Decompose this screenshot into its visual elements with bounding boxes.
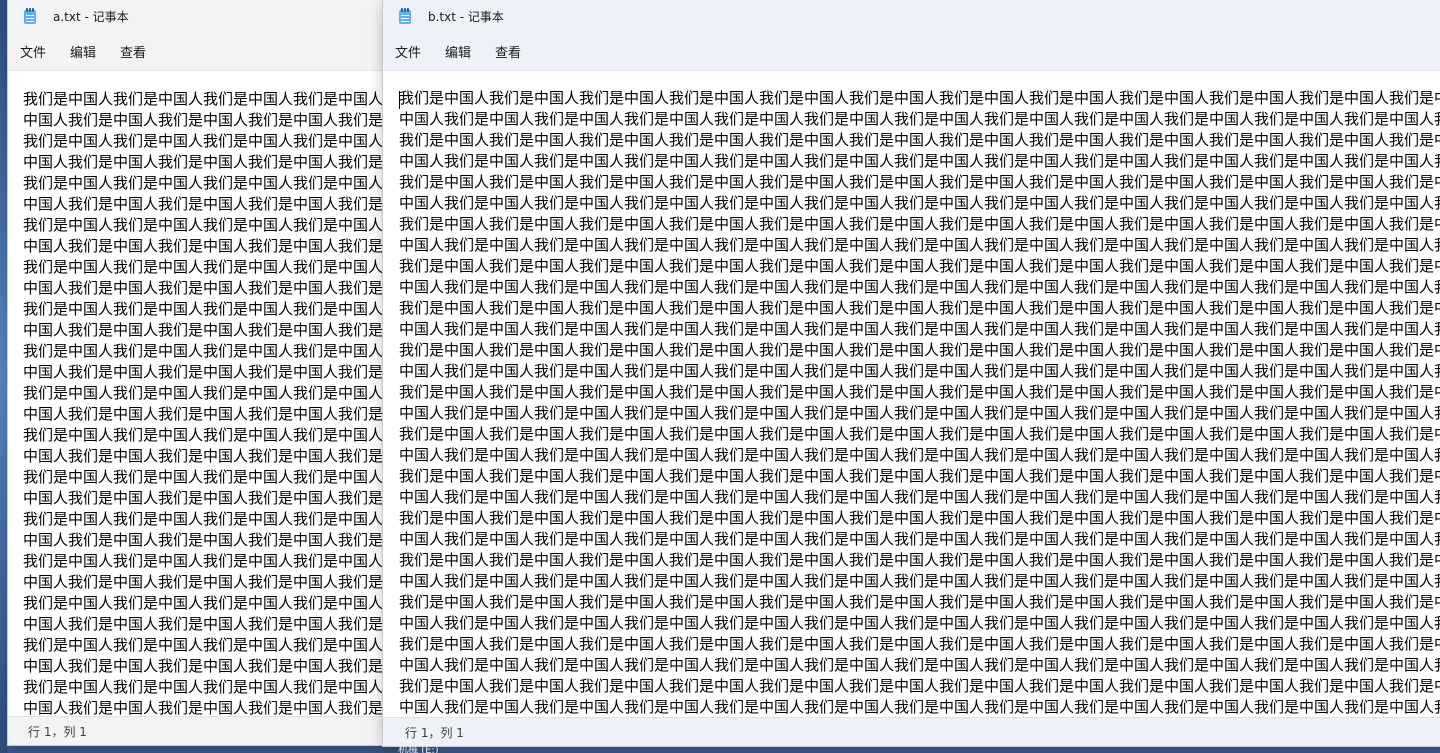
text-content: 我们是中国人我们是中国人我们是中国人我们是中国人我们是中国人我们是中国人我们是中… xyxy=(399,88,1440,718)
text-line: 中国人我们是中国人我们是中国人我们是中国人我们是 xyxy=(23,573,384,591)
text-line: 我们是中国人我们是中国人我们是中国人我们是中国人 xyxy=(23,384,384,402)
text-line: 我们是中国人我们是中国人我们是中国人我们是中国人 xyxy=(23,132,384,150)
text-line: 我们是中国人我们是中国人我们是中国人我们是中国人 xyxy=(23,552,384,570)
text-line: 我们是中国人我们是中国人我们是中国人我们是中国人我们是中国人我们是中国人我们是中… xyxy=(399,215,1440,233)
cursor-position: 行 1，列 1 xyxy=(405,725,464,740)
menu-file[interactable]: 文件 xyxy=(383,38,433,65)
menu-edit[interactable]: 编辑 xyxy=(433,38,483,65)
menu-bar: 文件 编辑 查看 xyxy=(383,32,1440,70)
text-line: 我们是中国人我们是中国人我们是中国人我们是中国人我们是中国人我们是中国人我们是中… xyxy=(399,257,1440,275)
text-line: 我们是中国人我们是中国人我们是中国人我们是中国人我们是中国人我们是中国人我们是中… xyxy=(399,593,1440,611)
text-line: 中国人我们是中国人我们是中国人我们是中国人我们是 xyxy=(23,447,384,465)
text-line: 中国人我们是中国人我们是中国人我们是中国人我们是 xyxy=(23,615,384,633)
text-line: 中国人我们是中国人我们是中国人我们是中国人我们是 xyxy=(23,657,384,675)
text-line: 中国人我们是中国人我们是中国人我们是中国人我们是中国人我们是中国人我们是中国人我… xyxy=(399,446,1440,464)
text-line: 我们是中国人我们是中国人我们是中国人我们是中国人我们是中国人我们是中国人我们是中… xyxy=(399,341,1440,359)
menu-view[interactable]: 查看 xyxy=(108,38,158,65)
notepad-window-b[interactable]: b.txt - 记事本 文件 编辑 查看 我们是中国人我们是中国人我们是中国人我… xyxy=(383,0,1440,746)
text-line: 中国人我们是中国人我们是中国人我们是中国人我们是中国人我们是中国人我们是中国人我… xyxy=(399,320,1440,338)
text-editor[interactable]: 我们是中国人我们是中国人我们是中国人我们是中国人我们是中国人我们是中国人我们是中… xyxy=(383,70,1440,718)
text-line: 中国人我们是中国人我们是中国人我们是中国人我们是中国人我们是中国人我们是中国人我… xyxy=(399,236,1440,254)
text-line: 中国人我们是中国人我们是中国人我们是中国人我们是 xyxy=(23,153,384,171)
text-line: 中国人我们是中国人我们是中国人我们是中国人我们是 xyxy=(23,699,384,717)
text-editor[interactable]: 我们是中国人我们是中国人我们是中国人我们是中国人 中国人我们是中国人我们是中国人我… xyxy=(8,70,398,717)
text-line: 我们是中国人我们是中国人我们是中国人我们是中国人 xyxy=(23,300,384,318)
text-line: 我们是中国人我们是中国人我们是中国人我们是中国人我们是中国人我们是中国人我们是中… xyxy=(399,509,1440,527)
text-line: 我们是中国人我们是中国人我们是中国人我们是中国人 xyxy=(23,216,384,234)
text-line: 中国人我们是中国人我们是中国人我们是中国人我们是中国人我们是中国人我们是中国人我… xyxy=(399,194,1440,212)
text-line: 中国人我们是中国人我们是中国人我们是中国人我们是中国人我们是中国人我们是中国人我… xyxy=(399,698,1440,716)
text-line: 中国人我们是中国人我们是中国人我们是中国人我们是 xyxy=(23,489,384,507)
text-line: 中国人我们是中国人我们是中国人我们是中国人我们是 xyxy=(23,111,384,129)
text-line: 我们是中国人我们是中国人我们是中国人我们是中国人 xyxy=(23,258,384,276)
text-line: 中国人我们是中国人我们是中国人我们是中国人我们是中国人我们是中国人我们是中国人我… xyxy=(399,404,1440,422)
text-line: 中国人我们是中国人我们是中国人我们是中国人我们是 xyxy=(23,405,384,423)
text-line: 我们是中国人我们是中国人我们是中国人我们是中国人我们是中国人我们是中国人我们是中… xyxy=(399,131,1440,149)
text-line: 中国人我们是中国人我们是中国人我们是中国人我们是中国人我们是中国人我们是中国人我… xyxy=(399,362,1440,380)
menu-edit[interactable]: 编辑 xyxy=(58,38,108,65)
text-line: 我们是中国人我们是中国人我们是中国人我们是中国人我们是中国人我们是中国人我们是中… xyxy=(399,551,1440,569)
notepad-window-a[interactable]: a.txt - 记事本 文件 编辑 查看 我们是中国人我们是中国人我们是中国人我… xyxy=(8,0,398,745)
text-line: 中国人我们是中国人我们是中国人我们是中国人我们是中国人我们是中国人我们是中国人我… xyxy=(399,530,1440,548)
text-line: 中国人我们是中国人我们是中国人我们是中国人我们是中国人我们是中国人我们是中国人我… xyxy=(399,614,1440,632)
text-line: 我们是中国人我们是中国人我们是中国人我们是中国人 xyxy=(23,678,384,696)
text-line: 我们是中国人我们是中国人我们是中国人我们是中国人 xyxy=(23,426,384,444)
status-bar: 行 1，列 1 xyxy=(383,717,1440,746)
status-bar: 行 1，列 1 xyxy=(8,716,398,745)
text-line: 我们是中国人我们是中国人我们是中国人我们是中国人我们是中国人我们是中国人我们是中… xyxy=(399,383,1440,401)
text-line: 我们是中国人我们是中国人我们是中国人我们是中国人我们是中国人我们是中国人我们是中… xyxy=(399,89,1440,107)
text-line: 我们是中国人我们是中国人我们是中国人我们是中国人 xyxy=(23,174,384,192)
text-line: 中国人我们是中国人我们是中国人我们是中国人我们是 xyxy=(23,195,384,213)
text-line: 中国人我们是中国人我们是中国人我们是中国人我们是中国人我们是中国人我们是中国人我… xyxy=(399,110,1440,128)
text-line: 中国人我们是中国人我们是中国人我们是中国人我们是 xyxy=(23,321,384,339)
text-line: 中国人我们是中国人我们是中国人我们是中国人我们是中国人我们是中国人我们是中国人我… xyxy=(399,572,1440,590)
text-line: 中国人我们是中国人我们是中国人我们是中国人我们是 xyxy=(23,531,384,549)
text-content: 我们是中国人我们是中国人我们是中国人我们是中国人 中国人我们是中国人我们是中国人我… xyxy=(23,89,398,717)
text-line: 我们是中国人我们是中国人我们是中国人我们是中国人我们是中国人我们是中国人我们是中… xyxy=(399,299,1440,317)
drive-label-peek: 机械 (E:) xyxy=(398,746,439,753)
menu-bar: 文件 编辑 查看 xyxy=(8,32,398,70)
text-line: 我们是中国人我们是中国人我们是中国人我们是中国人我们是中国人我们是中国人我们是中… xyxy=(399,425,1440,443)
text-line: 我们是中国人我们是中国人我们是中国人我们是中国人 xyxy=(23,90,384,108)
text-line: 我们是中国人我们是中国人我们是中国人我们是中国人我们是中国人我们是中国人我们是中… xyxy=(399,467,1440,485)
window-title: b.txt - 记事本 xyxy=(428,9,504,24)
notepad-icon xyxy=(398,8,412,24)
menu-view[interactable]: 查看 xyxy=(483,38,533,65)
text-line: 中国人我们是中国人我们是中国人我们是中国人我们是中国人我们是中国人我们是中国人我… xyxy=(399,488,1440,506)
text-line: 中国人我们是中国人我们是中国人我们是中国人我们是中国人我们是中国人我们是中国人我… xyxy=(399,278,1440,296)
text-line: 我们是中国人我们是中国人我们是中国人我们是中国人 xyxy=(23,636,384,654)
title-bar[interactable]: a.txt - 记事本 xyxy=(8,0,398,32)
text-line: 我们是中国人我们是中国人我们是中国人我们是中国人 xyxy=(23,342,384,360)
text-line: 中国人我们是中国人我们是中国人我们是中国人我们是中国人我们是中国人我们是中国人我… xyxy=(399,656,1440,674)
notepad-icon xyxy=(23,8,37,24)
window-title: a.txt - 记事本 xyxy=(53,9,129,24)
text-line: 中国人我们是中国人我们是中国人我们是中国人我们是 xyxy=(23,237,384,255)
text-line: 我们是中国人我们是中国人我们是中国人我们是中国人我们是中国人我们是中国人我们是中… xyxy=(399,635,1440,653)
title-bar[interactable]: b.txt - 记事本 xyxy=(383,0,1440,32)
text-line: 中国人我们是中国人我们是中国人我们是中国人我们是中国人我们是中国人我们是中国人我… xyxy=(399,152,1440,170)
menu-file[interactable]: 文件 xyxy=(8,38,58,65)
text-line: 我们是中国人我们是中国人我们是中国人我们是中国人我们是中国人我们是中国人我们是中… xyxy=(399,677,1440,695)
text-line: 中国人我们是中国人我们是中国人我们是中国人我们是 xyxy=(23,279,384,297)
text-line: 我们是中国人我们是中国人我们是中国人我们是中国人 xyxy=(23,510,384,528)
text-line: 中国人我们是中国人我们是中国人我们是中国人我们是 xyxy=(23,363,384,381)
text-line: 我们是中国人我们是中国人我们是中国人我们是中国人我们是中国人我们是中国人我们是中… xyxy=(399,173,1440,191)
text-line: 我们是中国人我们是中国人我们是中国人我们是中国人 xyxy=(23,594,384,612)
cursor-position: 行 1，列 1 xyxy=(28,724,87,739)
text-line: 我们是中国人我们是中国人我们是中国人我们是中国人 xyxy=(23,468,384,486)
desktop-background xyxy=(0,0,8,753)
